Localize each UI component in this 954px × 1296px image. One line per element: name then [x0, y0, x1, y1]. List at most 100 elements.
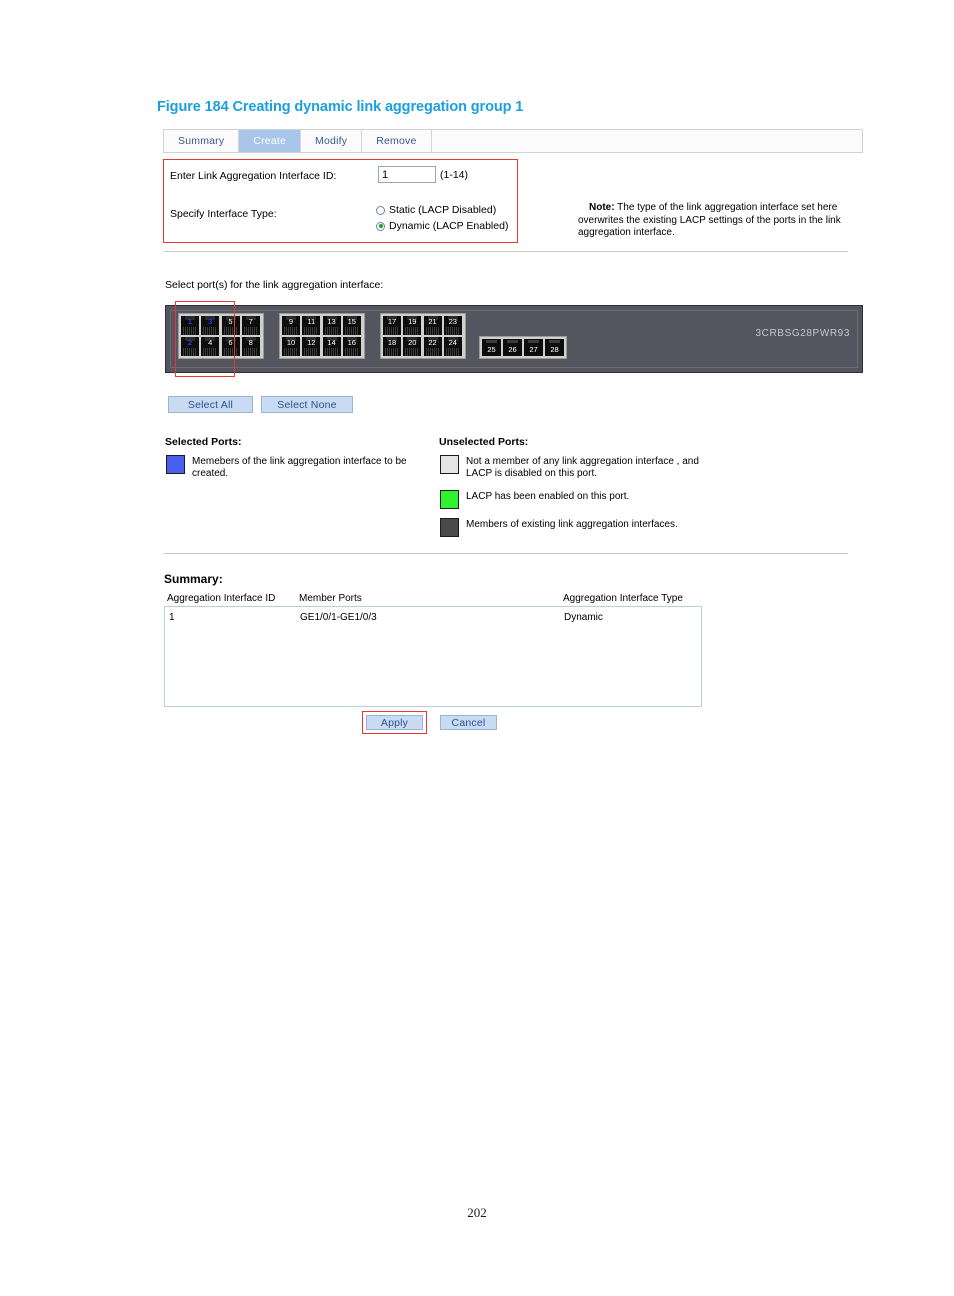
ui-screenshot-region: Summary Create Modify Remove Enter Link …: [163, 129, 863, 741]
summary-cell-ports: GE1/0/1-GE1/0/3: [300, 612, 377, 623]
device-model-label: 3CRBSG28PWR93: [755, 328, 850, 339]
port-14[interactable]: 14: [322, 337, 341, 356]
legend-swatch-existing-member: [440, 518, 459, 537]
sfp-port-label: 26: [508, 344, 517, 354]
summary-title: Summary:: [164, 572, 223, 586]
note-line-2: overwrites the existing LACP settings of…: [578, 214, 823, 226]
port-23[interactable]: 23: [443, 316, 462, 335]
interface-type-note: Note: The type of the link aggregation i…: [578, 202, 853, 240]
selected-ports-annotation-box: [175, 301, 235, 377]
sfp-port-label: 25: [487, 344, 496, 354]
port-contacts-icon: [344, 327, 359, 335]
port-label: 22: [428, 338, 437, 347]
legend-swatch-lacp-enabled: [440, 490, 459, 509]
sfp-port-25[interactable]: 25: [482, 339, 501, 356]
port-label: 16: [347, 338, 356, 347]
aggregation-form-annotation-box: Enter Link Aggregation Interface ID: (1-…: [163, 159, 518, 243]
tab-summary[interactable]: Summary: [164, 130, 240, 152]
port-label: 21: [428, 317, 437, 326]
legend-label-lacp-enabled: LACP has been enabled on this port.: [466, 491, 630, 502]
summary-column-header-type: Aggregation Interface Type: [563, 593, 683, 604]
radio-static-icon[interactable]: [376, 205, 385, 215]
port-contacts-icon: [243, 327, 258, 335]
sfp-port-27[interactable]: 27: [524, 339, 543, 356]
port-12[interactable]: 12: [302, 337, 321, 356]
interface-id-range-hint: (1-14): [440, 169, 469, 181]
port-label: 17: [387, 317, 397, 326]
port-bank-3: 17 19 21 23 18 20 22 24: [380, 313, 466, 359]
port-label: 13: [327, 317, 336, 326]
page-number: 202: [467, 1205, 487, 1220]
port-contacts-icon: [385, 327, 399, 335]
legend-label-selected: Memebers of the link aggregation interfa…: [192, 456, 407, 479]
port-contacts-icon: [445, 348, 460, 356]
interface-type-label: Specify Interface Type:: [170, 208, 277, 220]
section-divider-bottom: [164, 553, 848, 554]
port-label: 15: [347, 317, 356, 326]
port-16[interactable]: 16: [342, 337, 361, 356]
radio-option-dynamic[interactable]: Dynamic (LACP Enabled): [376, 220, 508, 232]
port-contacts-icon: [445, 327, 460, 335]
selected-ports-legend-title: Selected Ports:: [165, 436, 242, 448]
document-page: Figure 184 Creating dynamic link aggrega…: [0, 0, 954, 1296]
port-contacts-icon: [405, 327, 420, 335]
legend-swatch-selected: [166, 455, 185, 474]
unselected-ports-legend-title: Unselected Ports:: [439, 436, 529, 448]
radio-static-label: Static (LACP Disabled): [389, 204, 497, 216]
radio-dynamic-icon[interactable]: [376, 221, 385, 231]
switch-port-panel[interactable]: 13572468 9 11 13 15 10 12 14 16 17 19 21 23 18 20 22 2…: [165, 305, 863, 373]
port-20[interactable]: 20: [403, 337, 422, 356]
radio-option-static[interactable]: Static (LACP Disabled): [376, 204, 496, 216]
legend-item-existing-member: Members of existing link aggregation int…: [440, 518, 740, 537]
port-contacts-icon: [304, 327, 319, 335]
port-contacts-icon: [405, 348, 420, 356]
tab-modify[interactable]: Modify: [301, 130, 363, 152]
port-18[interactable]: 18: [383, 337, 401, 356]
port-15[interactable]: 15: [342, 316, 361, 335]
port-21[interactable]: 21: [423, 316, 442, 335]
interface-id-input[interactable]: [378, 166, 436, 183]
port-17[interactable]: 17: [383, 316, 401, 335]
sfp-port-26[interactable]: 26: [503, 339, 522, 356]
sfp-port-label: 28: [550, 344, 559, 354]
port-bank-2: 9 11 13 15 10 12 14 16: [279, 313, 365, 359]
port-label: 24: [448, 338, 457, 347]
port-contacts-icon: [344, 348, 359, 356]
tab-bar-filler: [431, 130, 862, 152]
tab-create[interactable]: Create: [239, 130, 302, 152]
port-8[interactable]: 8: [241, 337, 260, 356]
sfp-port-bank: 25 26 27 28: [479, 336, 567, 359]
summary-table[interactable]: 1 GE1/0/1-GE1/0/3 Dynamic: [164, 606, 702, 707]
select-none-button[interactable]: Select None: [261, 396, 353, 413]
port-contacts-icon: [385, 348, 399, 356]
figure-caption: Figure 184 Creating dynamic link aggrega…: [157, 99, 524, 115]
port-10[interactable]: 10: [282, 337, 300, 356]
port-24[interactable]: 24: [443, 337, 462, 356]
section-divider-top: [164, 251, 848, 252]
port-contacts-icon: [304, 348, 319, 356]
port-contacts-icon: [324, 348, 339, 356]
port-7[interactable]: 7: [241, 316, 260, 335]
port-label: 14: [327, 338, 336, 347]
port-contacts-icon: [284, 348, 298, 356]
legend-label-not-member: Not a member of any link aggregation int…: [466, 456, 699, 479]
select-all-button[interactable]: Select All: [168, 396, 253, 413]
interface-id-label: Enter Link Aggregation Interface ID:: [170, 170, 337, 182]
port-11[interactable]: 11: [302, 316, 321, 335]
port-19[interactable]: 19: [403, 316, 422, 335]
port-13[interactable]: 13: [322, 316, 341, 335]
port-label: 10: [286, 338, 296, 347]
summary-column-header-ports: Member Ports: [299, 593, 362, 604]
radio-dynamic-label: Dynamic (LACP Enabled): [389, 220, 509, 232]
port-label: 9: [288, 317, 294, 326]
port-22[interactable]: 22: [423, 337, 442, 356]
sfp-port-28[interactable]: 28: [545, 339, 564, 356]
tab-remove[interactable]: Remove: [362, 130, 432, 152]
note-prefix: Note:: [589, 202, 615, 213]
port-label: 23: [448, 317, 457, 326]
cancel-button[interactable]: Cancel: [440, 715, 497, 730]
port-9[interactable]: 9: [282, 316, 300, 335]
tab-bar: Summary Create Modify Remove: [163, 129, 863, 153]
select-ports-instruction: Select port(s) for the link aggregation …: [165, 279, 384, 291]
summary-column-header-id: Aggregation Interface ID: [167, 593, 276, 604]
